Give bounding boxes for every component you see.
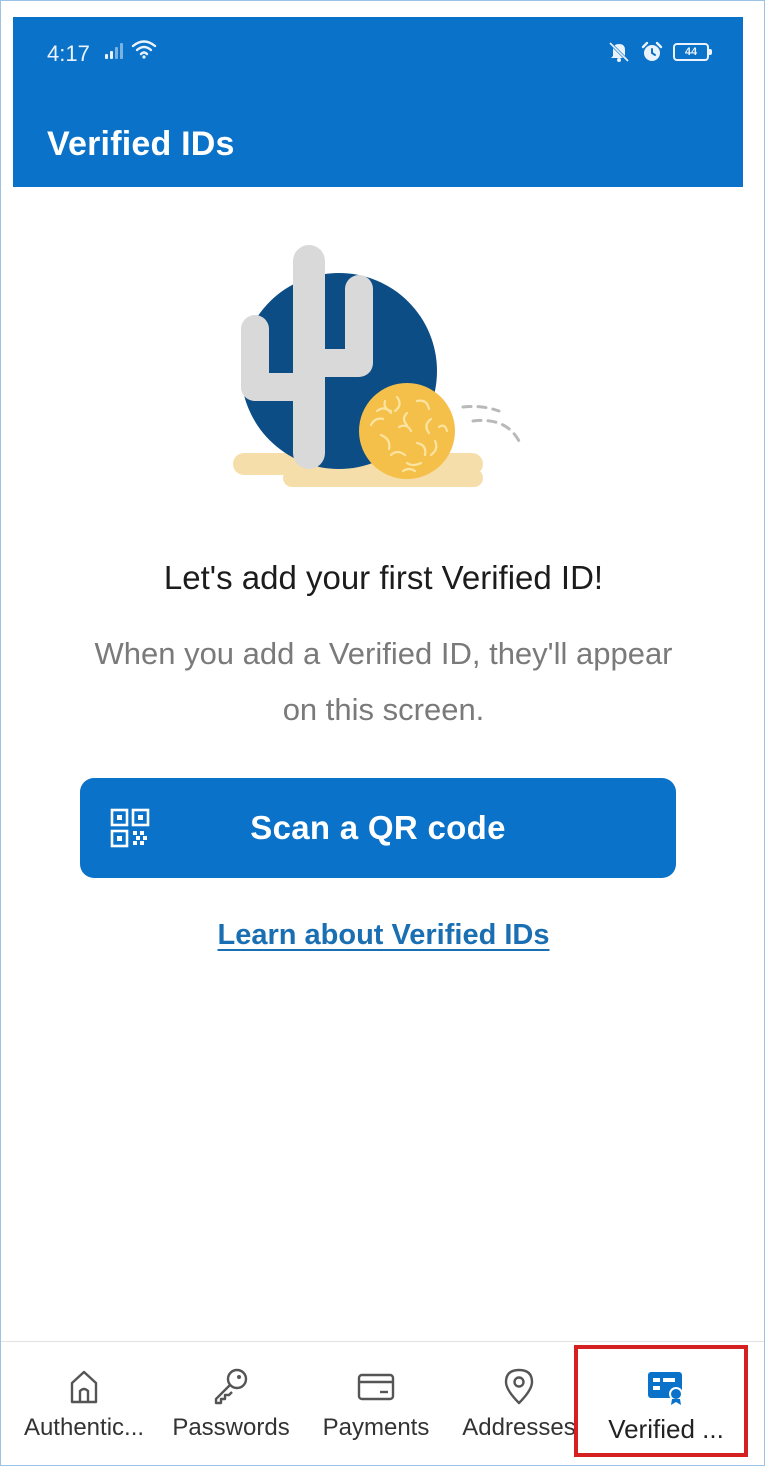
page-title: Verified IDs [47, 125, 235, 163]
nav-item-addresses[interactable]: Addresses [449, 1342, 589, 1465]
card-icon [357, 1373, 395, 1401]
qr-code-icon [110, 808, 150, 848]
app-screen: 4:17 44 Verified IDs Let's add your firs… [0, 0, 765, 1466]
verified-id-icon [648, 1372, 683, 1405]
empty-state-subtitle: When you add a Verified ID, they'll appe… [94, 636, 673, 727]
nav-label: Authentic... [23, 1414, 145, 1441]
wifi-icon [131, 40, 157, 59]
scan-qr-code-button[interactable]: Scan a QR code [80, 778, 676, 878]
status-bar: 4:17 44 [13, 17, 743, 89]
nav-item-passwords[interactable]: Passwords [161, 1342, 301, 1465]
battery-icon: 44 [673, 43, 712, 61]
learn-about-verified-ids-link[interactable]: Learn about Verified IDs [1, 919, 764, 952]
alarm-clock-icon [641, 41, 663, 61]
scan-button-label: Scan a QR code [250, 809, 506, 846]
mute-bell-icon [608, 41, 630, 63]
empty-state-title: Let's add your first Verified ID! [163, 559, 604, 596]
key-icon [214, 1368, 248, 1405]
location-pin-icon [504, 1368, 534, 1405]
bottom-nav: Authentic... Passwords Payments Addresse… [1, 1341, 764, 1465]
nav-item-payments[interactable]: Payments [306, 1342, 446, 1465]
nav-item-authenticator[interactable]: Authentic... [9, 1342, 159, 1465]
status-right-icons: 44 [607, 41, 712, 63]
cactus-tumbleweed-illustration [233, 245, 521, 487]
status-time: 4:17 [47, 41, 90, 66]
status-left-icons [105, 39, 157, 59]
nav-label: Payments [322, 1414, 430, 1441]
app-header: 4:17 44 Verified IDs [13, 17, 743, 187]
signal-icon [105, 41, 123, 59]
nav-label: Passwords [172, 1414, 290, 1441]
nav-item-verified-ids[interactable]: Verified ... [591, 1342, 741, 1465]
nav-label: Addresses [462, 1414, 576, 1441]
nav-label: Verified ... [608, 1414, 724, 1444]
home-icon [70, 1370, 98, 1404]
